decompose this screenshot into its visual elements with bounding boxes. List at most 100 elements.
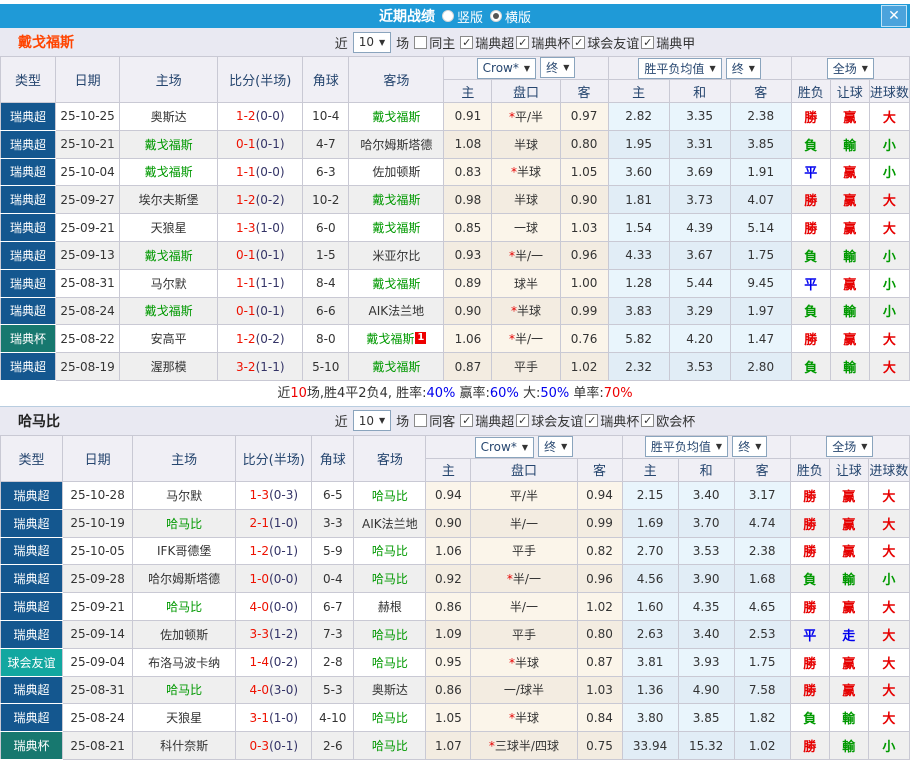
odds-time-select[interactable]: 终 ▼ <box>540 57 576 79</box>
avg-home: 2.63 <box>621 619 679 649</box>
radio-selected-icon[interactable] <box>490 10 502 22</box>
odds-company-select[interactable]: Crow* ▼ <box>474 436 534 458</box>
sub-odds-home: 主 <box>425 457 472 482</box>
odds-time-value: 终 <box>546 61 559 76</box>
avg-away: 7.58 <box>733 675 791 705</box>
same-side-filter[interactable]: 同客 <box>414 411 455 430</box>
match-count-select[interactable]: 10 ▼ <box>352 410 392 432</box>
odds-away: 0.90 <box>559 185 609 215</box>
league-label: 瑞典超 <box>475 415 515 431</box>
league-filter-瑞典杯[interactable]: ✓ 瑞典杯 <box>516 33 570 52</box>
odds-time-select[interactable]: 终 ▼ <box>538 436 574 458</box>
odds-company-select[interactable]: Crow* ▼ <box>476 57 537 79</box>
checkbox-checked[interactable]: ✓ <box>516 35 530 49</box>
checkbox-checked[interactable]: ✓ <box>641 414 655 428</box>
checkbox-unchecked[interactable] <box>414 414 428 428</box>
avg-home: 2.15 <box>621 480 679 510</box>
live-star-icon: * <box>508 248 515 263</box>
odds-home: 1.06 <box>443 324 493 354</box>
col-type: 类型 <box>0 56 57 103</box>
result-goals: 小 <box>867 564 910 594</box>
result-wdl: 勝 <box>790 213 831 242</box>
layout-option-horizontal[interactable]: 横版 <box>490 7 531 26</box>
avg-draw: 4.35 <box>677 592 735 621</box>
result-goals: 大 <box>867 592 910 621</box>
away-team: 哈马比 <box>353 619 427 649</box>
radio-label: 横版 <box>505 10 532 26</box>
avg-draw: 3.70 <box>677 508 735 538</box>
checkbox-checked[interactable]: ✓ <box>516 414 530 428</box>
avg-type-select[interactable]: 胜平负均值 ▼ <box>644 436 729 458</box>
result-handicap: 赢 <box>828 536 869 566</box>
checkbox-checked[interactable]: ✓ <box>460 414 474 428</box>
scope-value: 全场 <box>832 440 857 455</box>
league-filter-球会友谊[interactable]: ✓ 球会友谊 <box>516 411 583 430</box>
live-star-icon: * <box>510 304 517 319</box>
avg-away: 2.38 <box>729 102 792 131</box>
team-name: 戴戈福斯 <box>144 304 193 319</box>
competition-type: 瑞典超 <box>0 296 57 326</box>
league-filter-瑞典甲[interactable]: ✓ 瑞典甲 <box>641 33 695 52</box>
avg-away: 5.14 <box>729 213 792 242</box>
league-filter-瑞典超[interactable]: ✓ 瑞典超 <box>460 411 514 430</box>
full-time-score: 0-1 <box>235 248 256 263</box>
home-team: 天狼星 <box>132 703 237 733</box>
scope-select[interactable]: 全场 ▼ <box>826 436 874 458</box>
result-wdl: 平 <box>790 268 831 298</box>
scope-value: 全场 <box>832 61 857 76</box>
result-goals: 大 <box>867 675 910 705</box>
dropdown-arrow-icon: ▼ <box>748 63 755 73</box>
score-halftime: 0-1(0-1) <box>217 296 304 326</box>
home-team: 马尔默 <box>132 480 237 510</box>
same-side-filter[interactable]: 同主 <box>414 33 455 52</box>
team-name: 马尔默 <box>150 276 187 291</box>
team-name: 米亚尔比 <box>372 248 421 263</box>
full-time-score: 1-4 <box>249 655 270 670</box>
match-date: 25-09-14 <box>62 619 134 649</box>
league-filter-欧会杯[interactable]: ✓ 欧会杯 <box>641 411 695 430</box>
full-time-score: 0-1 <box>235 303 256 318</box>
radio-icon[interactable] <box>441 10 454 22</box>
match-count-select[interactable]: 10 ▼ <box>352 31 392 53</box>
col-date: 日期 <box>55 56 121 103</box>
checkbox-checked[interactable]: ✓ <box>641 35 655 49</box>
competition-type: 瑞典超 <box>0 102 57 131</box>
result-goals: 大 <box>867 480 910 510</box>
avg-time-select[interactable]: 终 ▼ <box>725 57 761 79</box>
close-button[interactable]: ✕ <box>881 5 907 27</box>
home-team: 渥那模 <box>119 352 219 381</box>
summary-segment: 10 <box>290 385 307 401</box>
table-row: 瑞典超 25-09-21 天狼星 1-3(1-0) 6-0 戴戈福斯 0.85 一球 1.03 1… <box>0 213 910 242</box>
away-team: 戴戈福斯 <box>348 185 445 215</box>
avg-time-select[interactable]: 终 ▼ <box>732 436 768 458</box>
league-filter-瑞典杯[interactable]: ✓ 瑞典杯 <box>585 411 639 430</box>
avg-type-select[interactable]: 胜平负均值 ▼ <box>638 57 722 79</box>
competition-type: 瑞典超 <box>0 619 64 649</box>
checkbox-checked[interactable]: ✓ <box>460 35 474 49</box>
scope-select[interactable]: 全场 ▼ <box>826 57 874 79</box>
avg-home: 1.60 <box>621 592 679 621</box>
team-name: 戴戈福斯 <box>372 276 421 291</box>
league-filter-球会友谊[interactable]: ✓ 球会友谊 <box>572 33 639 52</box>
odds-home: 0.92 <box>425 564 472 594</box>
checkbox-unchecked[interactable] <box>414 35 428 49</box>
home-team: 马尔默 <box>119 268 219 298</box>
odds-home: 0.86 <box>425 592 472 621</box>
table-row: 瑞典超 25-10-21 戴戈福斯 0-1(0-1) 4-7 哈尔姆斯塔德 1.08 半球 0.… <box>0 129 910 159</box>
match-date: 25-08-31 <box>55 268 121 298</box>
corners: 6-0 <box>302 213 350 242</box>
odds-home: 0.91 <box>443 102 493 131</box>
avg-draw: 3.53 <box>677 536 735 566</box>
layout-option-vertical[interactable]: 竖版 <box>441 7 483 26</box>
half-time-score: (0-0) <box>269 571 299 586</box>
half-time-score: (0-3) <box>269 488 299 503</box>
team-name: 赫根 <box>377 600 402 615</box>
scope-group-header: 全场 ▼ <box>789 434 910 459</box>
odds-away: 1.02 <box>576 592 623 621</box>
league-filter-瑞典超[interactable]: ✓ 瑞典超 <box>460 33 514 52</box>
avg-draw: 3.53 <box>668 352 731 381</box>
result-handicap: 輸 <box>828 703 869 733</box>
checkbox-checked[interactable]: ✓ <box>585 414 599 428</box>
sub-avg-draw: 和 <box>677 457 735 482</box>
checkbox-checked[interactable]: ✓ <box>572 35 586 49</box>
